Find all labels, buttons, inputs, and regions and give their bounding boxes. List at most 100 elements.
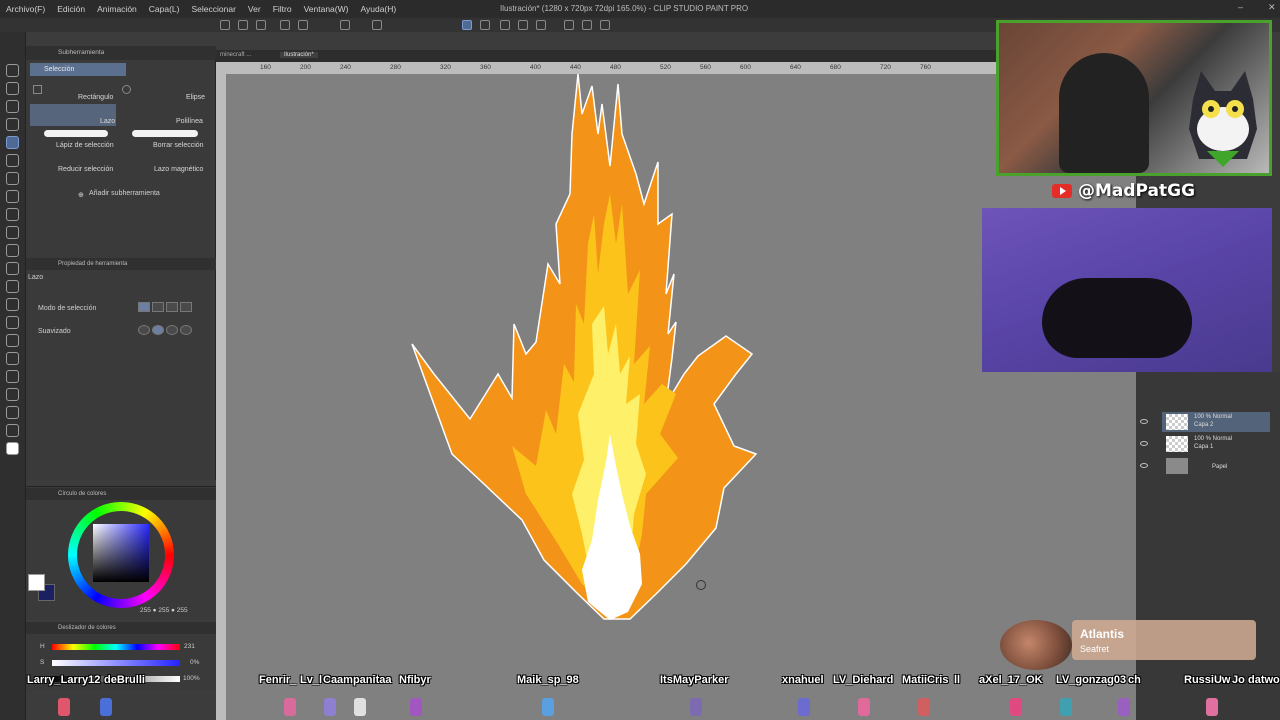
subtool-tab-label[interactable]: Subherramienta (58, 49, 104, 56)
chat-avatar-sprite (58, 698, 70, 716)
layer-row[interactable]: 100 % Normal Capa 2 (1162, 412, 1270, 432)
menu-animation[interactable]: Animación (91, 4, 143, 14)
menu-window[interactable]: Ventana(W) (298, 4, 355, 14)
streamer-webcam (996, 20, 1272, 176)
smoothing-strong-button[interactable] (180, 325, 192, 335)
crop-icon[interactable] (536, 20, 546, 30)
eraser-tool-icon[interactable] (6, 262, 19, 275)
balloon-tool-icon[interactable] (6, 406, 19, 419)
hue-slider[interactable] (52, 644, 180, 650)
fill-tool-icon[interactable] (6, 298, 19, 311)
doc-tab-minecraft[interactable]: minecraft ... (216, 52, 255, 58)
redo-icon[interactable] (298, 20, 308, 30)
pen-icon[interactable] (500, 20, 510, 30)
move-tool-icon[interactable] (6, 82, 19, 95)
open-file-icon[interactable] (238, 20, 248, 30)
airbrush-tool-icon[interactable] (6, 244, 19, 257)
rotate-icon[interactable] (564, 20, 574, 30)
doc-tab-ilustracion[interactable]: Ilustración* (280, 52, 318, 58)
zoom-tool-icon[interactable] (6, 64, 19, 77)
subtool-rectangle[interactable]: Rectángulo (78, 94, 113, 101)
menu-help[interactable]: Ayuda(H) (354, 4, 402, 14)
tool-property-tool-name: Lazo (28, 274, 44, 281)
color-circle-header: Círculo de colores (26, 488, 216, 500)
figure-tool-icon[interactable] (6, 334, 19, 347)
transform-icon[interactable] (340, 20, 350, 30)
flip-icon[interactable] (582, 20, 592, 30)
new-file-icon[interactable] (220, 20, 230, 30)
move-layer-tool-icon[interactable] (6, 118, 19, 131)
eyedropper-tool-icon[interactable] (6, 172, 19, 185)
smoothing-medium-button[interactable] (166, 325, 178, 335)
menu-layer[interactable]: Capa(L) (143, 4, 186, 14)
invert-selection-icon[interactable] (480, 20, 490, 30)
eye-icon[interactable] (1140, 419, 1148, 424)
gradient-tool-icon[interactable] (6, 316, 19, 329)
text-tool-icon[interactable] (6, 388, 19, 401)
chat-avatar-sprite (324, 698, 336, 716)
subtool-selection-pen[interactable]: Lápiz de selección (56, 142, 114, 149)
ruler-tick: 480 (610, 64, 621, 71)
mode-new-button[interactable] (138, 302, 150, 312)
minimize-icon[interactable]: – (1238, 2, 1243, 12)
layer-row[interactable]: 100 % Normal Capa 1 (1162, 434, 1270, 454)
operation-tool-icon[interactable] (6, 100, 19, 113)
lasso-tool-icon[interactable] (6, 136, 19, 149)
menu-file[interactable]: Archivo(F) (0, 4, 51, 14)
correct-line-tool-icon[interactable] (6, 424, 19, 437)
menu-bar: Archivo(F) Edición Animación Capa(L) Sel… (0, 0, 1280, 18)
mode-intersect-button[interactable] (180, 302, 192, 312)
subtool-lasso[interactable]: Lazo (100, 118, 115, 125)
smoothing-none-button[interactable] (138, 325, 150, 335)
chat-name: datwo (1248, 674, 1280, 686)
streamer-silhouette (1059, 53, 1149, 173)
add-subtool-button[interactable]: Añadir subherramienta (89, 190, 160, 197)
blend-tool-icon[interactable] (6, 280, 19, 293)
auto-select-tool-icon[interactable] (6, 154, 19, 167)
menu-view[interactable]: Ver (242, 4, 267, 14)
saturation-slider[interactable] (52, 660, 180, 666)
brush-tool-icon[interactable] (6, 226, 19, 239)
chat-name: Fenrir_ (259, 674, 297, 686)
layer-opacity: 100 % Normal (1194, 436, 1233, 442)
subtool-group-selection[interactable]: Selección (30, 63, 126, 76)
chat-avatar-sprite (100, 698, 112, 716)
mode-subtract-button[interactable] (166, 302, 178, 312)
main-color-swatch-large[interactable] (28, 574, 45, 591)
chat-avatar-sprite (690, 698, 702, 716)
subtool-tab: Subherramienta (26, 46, 216, 60)
erase-selection-brush-preview (132, 130, 198, 137)
subtool-magnetic-lasso[interactable]: Lazo magnético (154, 166, 203, 173)
add-subtool-icon: ⊕ (78, 192, 84, 199)
ruler-tick: 440 (570, 64, 581, 71)
layer-row[interactable]: Papel (1162, 456, 1270, 476)
menu-select[interactable]: Seleccionar (186, 4, 242, 14)
eye-icon[interactable] (1140, 463, 1148, 468)
frame-tool-icon[interactable] (6, 352, 19, 365)
ruler-tool-icon[interactable] (6, 370, 19, 383)
grid-icon[interactable] (600, 20, 610, 30)
ruler-tick: 200 (300, 64, 311, 71)
pen-tool-icon[interactable] (6, 190, 19, 203)
eraser-icon[interactable] (518, 20, 528, 30)
layer-thumbnail (1166, 414, 1188, 430)
subtool-shrink-selection[interactable]: Reducir selección (58, 166, 113, 173)
saturation-value-square[interactable] (93, 524, 149, 582)
menu-edit[interactable]: Edición (51, 4, 91, 14)
close-icon[interactable]: ✕ (1268, 2, 1276, 13)
fill-icon[interactable] (372, 20, 382, 30)
ruler-tick: 760 (920, 64, 931, 71)
mode-add-button[interactable] (152, 302, 164, 312)
pencil-tool-icon[interactable] (6, 208, 19, 221)
smoothing-weak-button[interactable] (152, 325, 164, 335)
select-mode-icon[interactable] (462, 20, 472, 30)
eye-icon[interactable] (1140, 441, 1148, 446)
subtool-erase-selection[interactable]: Borrar selección (153, 142, 204, 149)
subtool-ellipse[interactable]: Elipse (186, 94, 205, 101)
menu-filter[interactable]: Filtro (267, 4, 298, 14)
save-icon[interactable] (256, 20, 266, 30)
chat-avatar-sprite (1118, 698, 1130, 716)
subtool-polyline[interactable]: Polilínea (176, 118, 203, 125)
main-color-swatch[interactable] (6, 442, 19, 455)
undo-icon[interactable] (280, 20, 290, 30)
